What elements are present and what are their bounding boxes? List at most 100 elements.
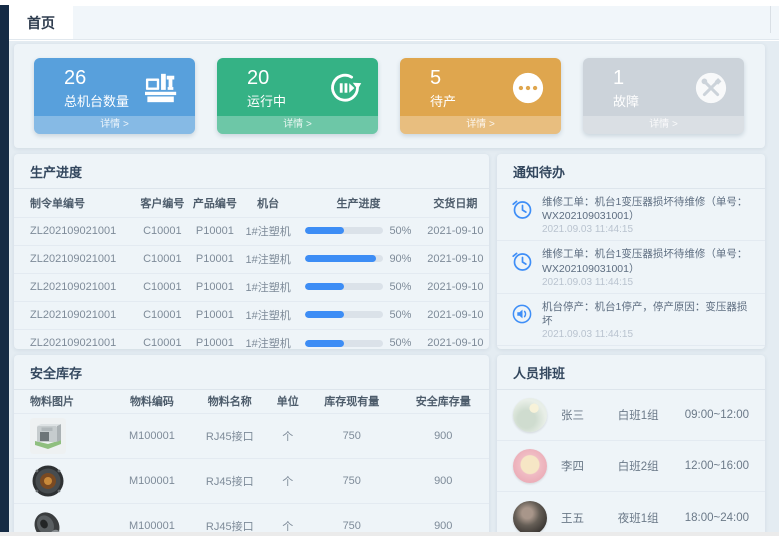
collapsed-sidebar (0, 5, 9, 536)
material-code: M100001 (114, 458, 190, 503)
progress-bar (305, 283, 383, 290)
avatar (513, 501, 547, 533)
person-shift-time: 09:00~12:00 (685, 409, 749, 421)
progress-cell: 50% (295, 329, 422, 349)
current-qty: 750 (306, 503, 397, 532)
machine-name: 1#注塑机 (241, 301, 295, 329)
stock-header-row: 物料图片 物料编码 物料名称 单位 库存现有量 安全库存量 (14, 390, 489, 413)
person-shift: 白班2组 (618, 458, 685, 474)
product-no: P10001 (189, 273, 242, 301)
material-code: M100001 (114, 413, 190, 458)
machine-name: 1#注塑机 (241, 245, 295, 273)
due-date: 2021-09-10 (422, 329, 489, 349)
production-row: ZL202109021001C10001P100011#注塑机50%2021-0… (14, 217, 489, 245)
notification-text: 维修工单：机台1变压器损坏待维修（单号：WX202109031001） (542, 247, 751, 275)
tab-home[interactable]: 首页 (9, 6, 73, 39)
personnel-title: 人员排班 (497, 355, 765, 390)
notification-item[interactable]: 机台停产：机台1停产，停产原因：变压器损坏2021.09.03 11:44:15 (497, 294, 765, 346)
progress-bar (305, 340, 383, 347)
production-progress-panel: 生产进度 制令单编号 客户编号 产品编号 机台 生产进度 交货日期 ZL2021… (14, 154, 489, 349)
notification-timestamp: 2021.09.03 11:44:15 (542, 224, 751, 235)
card-running-detail-link[interactable]: 详情 > (217, 116, 378, 134)
production-header-row: 制令单编号 客户编号 产品编号 机台 生产进度 交货日期 (14, 189, 489, 217)
rj45-connector-image (30, 418, 66, 454)
progress-bar (305, 255, 383, 262)
notification-item[interactable]: 计划暂停：机台1生产计划已暂停2021.09.03 11:44:15 (497, 346, 765, 349)
safety-qty: 900 (397, 458, 489, 503)
safety-qty: 900 (397, 413, 489, 458)
order-no: ZL202109021001 (14, 273, 136, 301)
tools-icon (694, 71, 728, 105)
personnel-panel: 人员排班 张三白班1组09:00~12:00李四白班2组12:00~16:00王… (497, 355, 765, 532)
material-name: RJ45接口 (190, 458, 269, 503)
card-fault[interactable]: 1 故障 详情 > (583, 58, 744, 134)
card-running[interactable]: 20 运行中 详情 > (217, 58, 378, 134)
stock-row: M100001RJ45接口个750900 (14, 413, 489, 458)
progress-bar (305, 311, 383, 318)
progress-cell: 50% (295, 273, 422, 301)
personnel-list: 张三白班1组09:00~12:00李四白班2组12:00~16:00王五夜班1组… (497, 390, 765, 532)
notification-timestamp: 2021.09.03 11:44:15 (542, 329, 751, 340)
speaker-front-image (30, 463, 66, 499)
machine-name: 1#注塑机 (241, 273, 295, 301)
card-total-machines[interactable]: 26 总机台数量 详情 > (34, 58, 195, 134)
personnel-row: 李四白班2组12:00~16:00 (497, 441, 765, 492)
notification-timestamp: 2021.09.03 11:44:15 (542, 277, 751, 288)
unit: 个 (269, 458, 306, 503)
avatar (513, 398, 547, 432)
progress-percent: 50% (389, 281, 411, 293)
production-progress-title: 生产进度 (14, 154, 489, 189)
speaker-angled-image (30, 508, 66, 532)
stock-row: M100001RJ45接口个750900 (14, 503, 489, 532)
clock-icon (511, 250, 533, 272)
order-no: ZL202109021001 (14, 301, 136, 329)
person-shift-time: 12:00~16:00 (685, 460, 749, 472)
notification-item[interactable]: 维修工单：机台1变压器损坏待维修（单号：WX202109031001）2021.… (497, 189, 765, 241)
progress-percent: 90% (389, 253, 411, 265)
material-image-cell (14, 503, 114, 532)
ellipsis-icon (511, 71, 545, 105)
notifications-list: 维修工单：机台1变压器损坏待维修（单号：WX202109031001）2021.… (497, 189, 765, 349)
progress-cell: 50% (295, 301, 422, 329)
col-product-no: 产品编号 (189, 189, 242, 217)
current-qty: 750 (306, 413, 397, 458)
production-row: ZL202109021001C10001P100011#注塑机50%2021-0… (14, 301, 489, 329)
card-total-machines-detail-link[interactable]: 详情 > (34, 116, 195, 134)
person-name: 李四 (561, 458, 618, 474)
due-date: 2021-09-10 (422, 217, 489, 245)
col-progress: 生产进度 (295, 189, 422, 217)
machine-icon (145, 71, 179, 105)
card-fault-detail-link[interactable]: 详情 > (583, 116, 744, 134)
customer-no: C10001 (136, 245, 189, 273)
customer-no: C10001 (136, 217, 189, 245)
notification-item[interactable]: 维修工单：机台1变压器损坏待维修（单号：WX202109031001） 2021.… (497, 241, 765, 293)
order-no: ZL202109021001 (14, 329, 136, 349)
progress-percent: 50% (389, 337, 411, 349)
material-code: M100001 (114, 503, 190, 532)
due-date: 2021-09-10 (422, 245, 489, 273)
material-name: RJ45接口 (190, 413, 269, 458)
col-unit: 单位 (269, 390, 306, 413)
product-no: P10001 (189, 329, 242, 349)
notifications-panel: 通知待办 维修工单：机台1变压器损坏待维修（单号：WX202109031001）… (497, 154, 765, 349)
col-material-name: 物料名称 (190, 390, 269, 413)
progress-percent: 50% (389, 309, 411, 321)
card-pending-detail-link[interactable]: 详情 > (400, 116, 561, 134)
unit: 个 (269, 413, 306, 458)
due-date: 2021-09-10 (422, 273, 489, 301)
order-no: ZL202109021001 (14, 245, 136, 273)
card-pending[interactable]: 5 待产 详情 > (400, 58, 561, 134)
product-no: P10001 (189, 301, 242, 329)
product-no: P10001 (189, 217, 242, 245)
person-name: 张三 (561, 407, 618, 423)
col-customer-no: 客户编号 (136, 189, 189, 217)
unit: 个 (269, 503, 306, 532)
due-date: 2021-09-10 (422, 301, 489, 329)
safety-stock-table: 物料图片 物料编码 物料名称 单位 库存现有量 安全库存量 M100001RJ4… (14, 390, 489, 532)
person-shift: 白班1组 (618, 407, 685, 423)
stock-row: M100001RJ45接口个750900 (14, 458, 489, 503)
progress-cell: 50% (295, 217, 422, 245)
person-shift: 夜班1组 (618, 510, 685, 526)
current-qty: 750 (306, 458, 397, 503)
notification-text: 维修工单：机台1变压器损坏待维修（单号：WX202109031001） (542, 195, 751, 223)
